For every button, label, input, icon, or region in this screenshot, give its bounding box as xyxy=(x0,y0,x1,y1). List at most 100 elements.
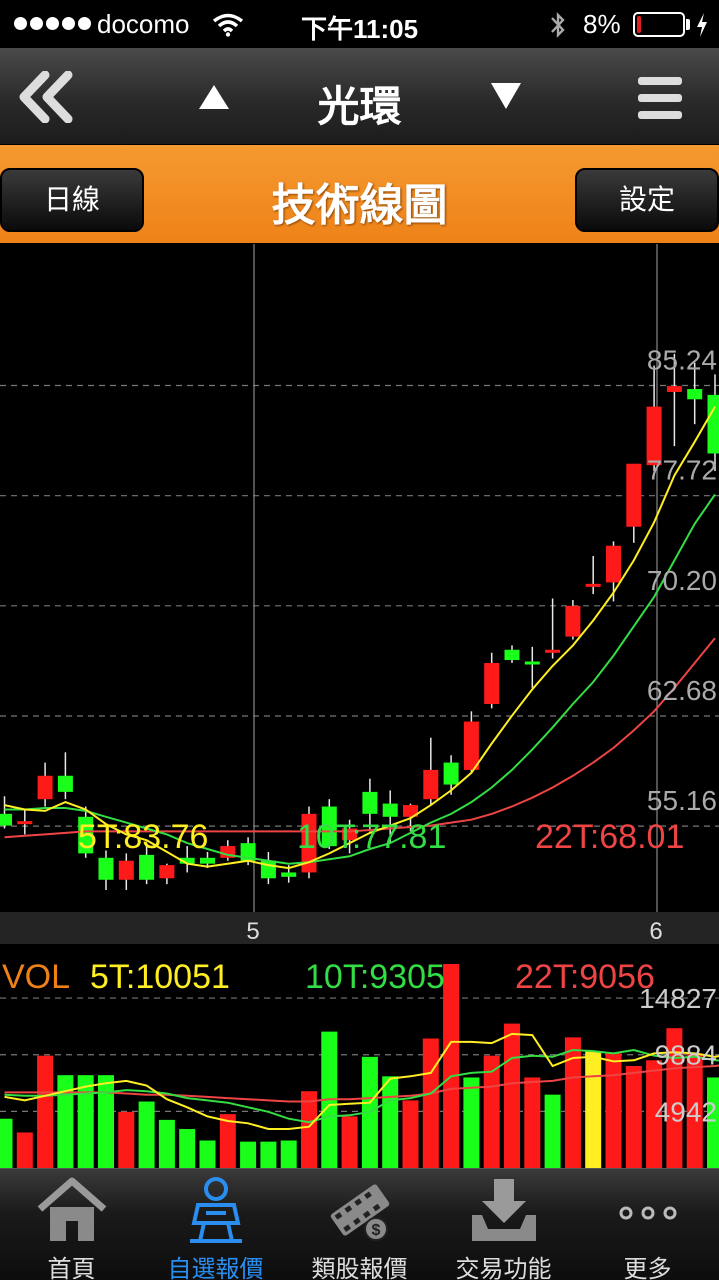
date-axis-tick: 6 xyxy=(649,918,662,944)
candle-body xyxy=(37,775,53,800)
candle-body xyxy=(98,857,114,880)
battery-level-fill xyxy=(637,16,641,33)
tab-home-label: 首頁 xyxy=(47,1256,96,1280)
price-axis-label: 70.20 xyxy=(647,565,717,596)
volume-bar xyxy=(179,1129,196,1168)
volume-bar xyxy=(301,1091,317,1168)
volume-ma22-label: 22T:9056 xyxy=(515,958,655,996)
navigation-bar: 光環 xyxy=(0,48,719,145)
tab-watchlist[interactable]: 自選報價 xyxy=(144,1169,287,1280)
status-bar: docomo 下午11:05 8% xyxy=(0,0,719,48)
download-tray-icon xyxy=(472,1179,536,1241)
settings-button[interactable]: 設定 xyxy=(575,168,719,232)
tab-more[interactable]: 更多 xyxy=(576,1169,719,1280)
date-axis-strip xyxy=(0,912,719,944)
battery-icon xyxy=(633,12,685,37)
section-header: 日線 技術線圖 設定 xyxy=(0,145,719,243)
volume-bar xyxy=(382,1076,399,1168)
watchlist-person-icon xyxy=(190,1177,242,1243)
volume-bar xyxy=(625,1066,642,1168)
volume-bar xyxy=(118,1111,135,1168)
volume-title: VOL xyxy=(2,958,70,996)
ma5-value-label: 5T:83.76 xyxy=(78,818,208,856)
candle-body xyxy=(463,721,479,770)
bluetooth-icon xyxy=(551,12,565,38)
price-axis-label: 62.68 xyxy=(647,675,717,706)
volume-bar xyxy=(605,1053,622,1168)
candle-body xyxy=(118,860,134,880)
price-axis-label: 55.16 xyxy=(647,785,717,816)
volume-bar xyxy=(240,1141,257,1168)
volume-bar xyxy=(260,1141,277,1168)
volume-ma5-label: 5T:10051 xyxy=(90,958,230,996)
volume-bar xyxy=(422,1038,439,1168)
volume-bar xyxy=(138,1101,155,1168)
svg-text:$: $ xyxy=(372,1222,381,1239)
candle-body xyxy=(606,545,621,583)
volume-bar xyxy=(402,1100,419,1168)
candlestick-chart[interactable]: 85.24 77.72 70.20 62.68 55.16 5T:83.76 10T:77.… xyxy=(0,244,719,944)
volume-bar xyxy=(199,1140,216,1168)
volume-ma10-label: 10T:9305 xyxy=(305,958,445,996)
volume-bar xyxy=(98,1075,114,1168)
candle-body xyxy=(200,857,215,864)
date-axis-tick: 5 xyxy=(246,918,259,944)
clock: 下午11:05 xyxy=(301,14,419,44)
tab-sector-quotes-label: 類股報價 xyxy=(311,1256,408,1280)
candle-body xyxy=(423,769,439,800)
candle-body xyxy=(626,463,642,527)
battery-percent: 8% xyxy=(583,9,621,39)
volume-bar xyxy=(463,1077,480,1168)
tab-sector-quotes[interactable]: $ 類股報價 xyxy=(288,1169,431,1280)
volume-bar xyxy=(341,1116,358,1168)
candle-body xyxy=(57,775,73,792)
candle-body xyxy=(17,821,33,825)
volume-axis-label: 9884 xyxy=(655,1040,717,1071)
price-axis-label: 85.24 xyxy=(647,345,717,376)
candle-body xyxy=(666,386,682,392)
candle-body xyxy=(139,854,155,880)
candle-body xyxy=(443,762,459,785)
volume-bar xyxy=(37,1055,54,1168)
film-dollar-icon: $ xyxy=(330,1184,390,1241)
volume-chart[interactable]: 1482798844942VOL 5T:10051 10T:9305 22T:9056 xyxy=(0,946,719,1168)
battery-tip xyxy=(686,19,690,30)
tab-more-label: 更多 xyxy=(623,1256,672,1280)
candle-body xyxy=(0,813,12,826)
candle-body xyxy=(281,872,297,877)
candle-body xyxy=(362,791,378,814)
volume-bar xyxy=(16,1132,33,1168)
hamburger-menu-icon[interactable] xyxy=(636,74,684,122)
ma22-value-label: 22T:68.01 xyxy=(535,818,684,856)
home-icon xyxy=(37,1177,107,1241)
candle-body xyxy=(524,661,540,665)
tab-watchlist-label: 自選報價 xyxy=(167,1256,264,1280)
volume-bar xyxy=(544,1094,561,1168)
volume-bar xyxy=(0,1118,13,1168)
candle-body xyxy=(687,389,703,400)
tab-trading[interactable]: 交易功能 xyxy=(432,1169,575,1280)
candle-body xyxy=(382,803,398,817)
candle-body xyxy=(484,662,500,704)
volume-bar xyxy=(158,1119,175,1168)
next-stock-triangle-down-icon[interactable] xyxy=(490,82,522,110)
candle-body xyxy=(585,583,601,587)
candle-body xyxy=(565,605,581,637)
signal-strength-icon xyxy=(14,17,91,30)
volume-bar xyxy=(524,1077,541,1168)
candle-body xyxy=(545,649,561,653)
volume-bar xyxy=(77,1075,94,1168)
tab-home[interactable]: 首頁 xyxy=(0,1169,143,1280)
volume-bar xyxy=(504,1023,520,1168)
charging-bolt-icon xyxy=(697,13,707,37)
more-dots-icon xyxy=(619,1206,677,1220)
bottom-tab-bar: 首頁 自選報價 $ 類股報價 交易功能 更多 xyxy=(0,1168,719,1280)
volume-bar xyxy=(443,964,460,1168)
candle-body xyxy=(159,865,175,879)
volume-bar xyxy=(280,1140,297,1168)
candle-body xyxy=(504,649,520,661)
price-axis-label: 77.72 xyxy=(647,455,717,486)
ma10-value-label: 10T:77.81 xyxy=(297,818,446,856)
stock-name-title: 光環 xyxy=(317,83,402,130)
volume-bar xyxy=(585,1051,602,1168)
